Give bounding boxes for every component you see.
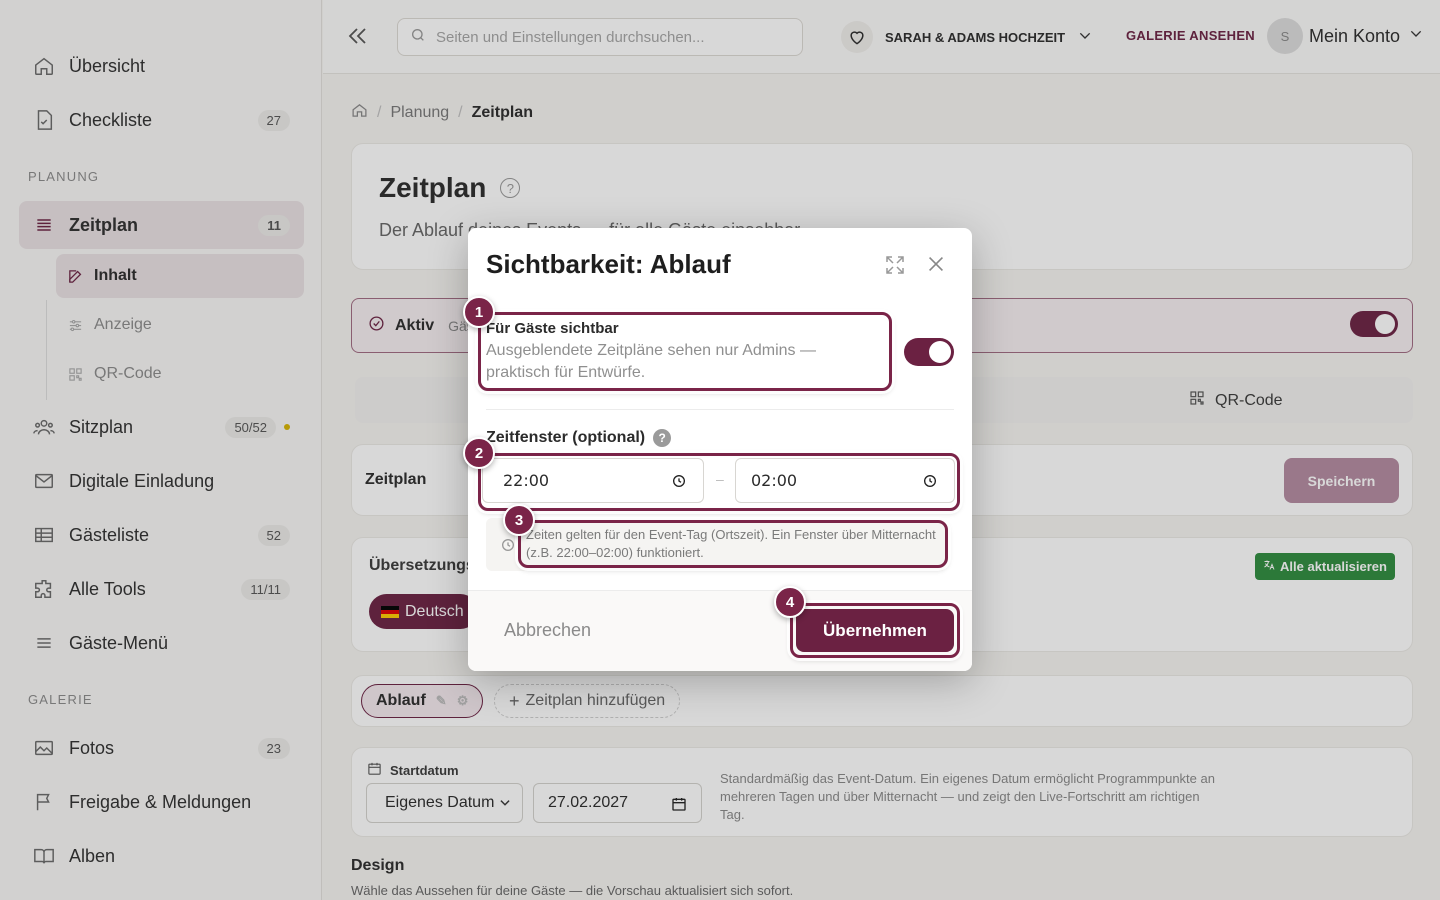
- time-window-label: Zeitfenster (optional) ?: [486, 429, 672, 447]
- expand-icon[interactable]: [883, 253, 907, 277]
- annotation-highlight-1: [478, 312, 892, 391]
- guest-visible-toggle[interactable]: [904, 338, 954, 366]
- clock-icon: [500, 537, 516, 558]
- annotation-highlight-2: [478, 453, 960, 511]
- annotation-marker-3: 3: [503, 504, 535, 536]
- annotation-highlight-4: [790, 603, 960, 658]
- annotation-marker-1: 1: [463, 296, 495, 328]
- help-icon[interactable]: ?: [653, 429, 672, 447]
- annotation-marker-2: 2: [463, 437, 495, 469]
- annotation-highlight-3: [518, 520, 948, 568]
- divider: [486, 409, 954, 410]
- close-icon[interactable]: [925, 253, 947, 275]
- dialog-title: Sichtbarkeit: Ablauf: [486, 249, 731, 279]
- cancel-button[interactable]: Abbrechen: [504, 620, 591, 641]
- annotation-marker-4: 4: [774, 586, 806, 618]
